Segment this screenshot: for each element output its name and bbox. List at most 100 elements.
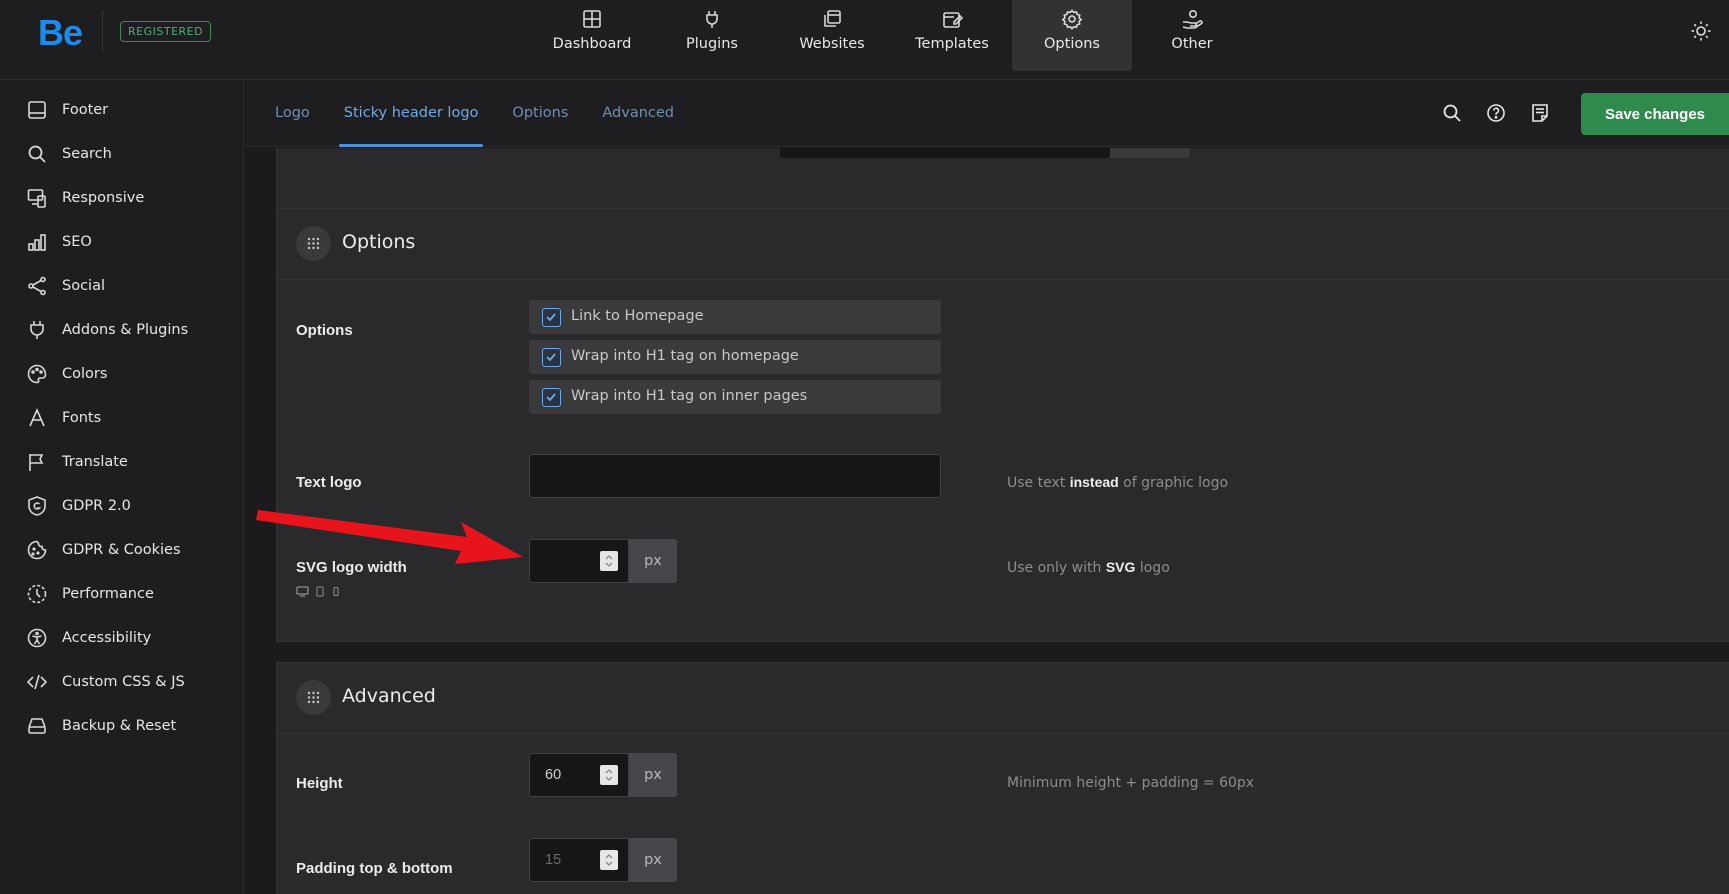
nav-dashboard[interactable]: Dashboard <box>532 0 652 71</box>
check-icon <box>546 313 556 322</box>
save-button[interactable]: Save changes <box>1581 93 1729 135</box>
sidebar-item-responsive[interactable]: Responsive <box>0 176 243 220</box>
plug-icon <box>30 321 44 339</box>
check-icon <box>546 353 556 362</box>
sidebar-list: Footer Search Responsive SEO Social Addo… <box>0 80 243 734</box>
desktop-icon[interactable] <box>296 586 309 597</box>
nav-plugins[interactable]: Plugins <box>652 0 772 71</box>
sidebar-item-label: Colors <box>62 366 108 382</box>
text-logo-label: Text logo <box>296 474 362 491</box>
sidebar-item-custom-css-js[interactable]: Custom CSS & JS <box>0 660 243 704</box>
notes-icon[interactable] <box>1529 102 1551 124</box>
flag-icon <box>29 454 44 471</box>
svg-logo-width-hint: Use only with SVG logo <box>1007 559 1170 576</box>
sidebar-item-colors[interactable]: Colors <box>0 352 243 396</box>
sidebar-item-label: Footer <box>62 102 109 118</box>
tab-logo[interactable]: Logo <box>275 80 310 147</box>
number-spinner[interactable] <box>600 765 618 785</box>
unit-label: px <box>629 753 677 797</box>
sidebar-item-label: Performance <box>62 586 154 602</box>
nav-other-label: Other <box>1171 36 1213 52</box>
checkbox-box[interactable] <box>542 388 561 407</box>
sidebar-item-performance[interactable]: Performance <box>0 572 243 616</box>
checkbox-box[interactable] <box>542 348 561 367</box>
top-bar: Be REGISTERED Dashboard Plugins Websites… <box>0 0 1729 80</box>
code-icon <box>26 674 48 690</box>
sidebar-item-label: GDPR 2.0 <box>62 498 131 514</box>
drive-icon <box>28 718 46 734</box>
sidebar-item-accessibility[interactable]: Accessibility <box>0 616 243 660</box>
timer-icon <box>27 584 47 604</box>
options-card: Options Options Link to Homepage Wrap in… <box>276 208 1729 642</box>
brand-logo[interactable]: Be <box>38 12 83 54</box>
nav-plugins-label: Plugins <box>686 36 738 52</box>
text-logo-input[interactable] <box>529 454 941 498</box>
drag-handle[interactable] <box>296 680 331 715</box>
sidebar-item-gdpr-cookies[interactable]: GDPR & Cookies <box>0 528 243 572</box>
footer-icon <box>28 101 46 119</box>
cookie-icon <box>27 540 47 560</box>
top-navigation: Dashboard Plugins Websites Templates Opt… <box>532 0 1252 71</box>
svg-logo-width-label: SVG logo width <box>296 559 407 576</box>
nav-websites-label: Websites <box>799 36 865 52</box>
search-icon[interactable] <box>1441 102 1463 124</box>
nav-dashboard-label: Dashboard <box>552 36 632 52</box>
sidebar-item-gdpr[interactable]: GDPR 2.0 <box>0 484 243 528</box>
share-icon <box>28 276 46 296</box>
sidebar-item-label: Search <box>62 146 112 162</box>
checkbox-wrap-h1-homepage[interactable]: Wrap into H1 tag on homepage <box>529 340 941 374</box>
checkbox-box[interactable] <box>542 308 561 327</box>
sidebar-item-label: Backup & Reset <box>62 718 177 734</box>
sidebar-item-addons[interactable]: Addons & Plugins <box>0 308 243 352</box>
nav-other[interactable]: Other <box>1132 0 1252 71</box>
number-spinner[interactable] <box>600 850 618 870</box>
number-spinner[interactable] <box>600 551 618 571</box>
drag-handle[interactable] <box>296 226 331 261</box>
padding-label: Padding top & bottom <box>296 860 453 877</box>
checkbox-label: Wrap into H1 tag on homepage <box>571 348 799 364</box>
registered-badge: REGISTERED <box>120 21 212 42</box>
templates-icon <box>943 12 963 28</box>
tab-advanced[interactable]: Advanced <box>602 80 674 147</box>
shield-icon <box>28 496 46 516</box>
sidebar-item-seo[interactable]: SEO <box>0 220 243 264</box>
nav-options[interactable]: Options <box>1012 0 1132 71</box>
grip-icon <box>307 237 320 250</box>
height-hint: Minimum height + padding = 60px <box>1007 775 1255 791</box>
sub-header: Logo Sticky header logo Options Advanced <box>245 80 1729 147</box>
previous-field-input[interactable] <box>780 148 1110 158</box>
search-icon <box>28 145 46 163</box>
sidebar-item-social[interactable]: Social <box>0 264 243 308</box>
sidebar-item-label: GDPR & Cookies <box>62 542 181 558</box>
sidebar-item-fonts[interactable]: Fonts <box>0 396 243 440</box>
mobile-icon[interactable] <box>331 586 341 597</box>
sidebar-item-search[interactable]: Search <box>0 132 243 176</box>
font-icon <box>29 408 45 427</box>
accessibility-icon <box>27 628 47 648</box>
grip-icon <box>307 691 320 704</box>
unit-label: px <box>629 539 677 583</box>
nav-templates-label: Templates <box>915 36 989 52</box>
tab-options[interactable]: Options <box>512 80 568 147</box>
hint-text: of graphic logo <box>1118 475 1229 491</box>
sidebar-item-translate[interactable]: Translate <box>0 440 243 484</box>
help-icon[interactable] <box>1485 102 1507 124</box>
nav-templates[interactable]: Templates <box>892 0 1012 71</box>
seo-chart-icon <box>28 234 46 251</box>
checkbox-link-to-homepage[interactable]: Link to Homepage <box>529 300 941 334</box>
sidebar-item-backup-reset[interactable]: Backup & Reset <box>0 704 243 748</box>
sidebar-item-label: SEO <box>62 234 92 250</box>
device-switcher <box>296 586 341 597</box>
sidebar-item-footer[interactable]: Footer <box>0 88 243 132</box>
responsive-icon <box>27 189 46 208</box>
tablet-icon[interactable] <box>315 586 325 597</box>
plug-icon <box>706 11 718 28</box>
height-label: Height <box>296 775 343 792</box>
checkbox-wrap-h1-inner[interactable]: Wrap into H1 tag on inner pages <box>529 380 941 414</box>
nav-websites[interactable]: Websites <box>772 0 892 71</box>
hint-text: Use only with <box>1007 560 1106 576</box>
svg-logo-width-field: px <box>529 539 677 583</box>
tab-sticky-header-logo[interactable]: Sticky header logo <box>338 80 484 147</box>
sun-icon[interactable] <box>1690 20 1712 42</box>
unit-label: px <box>629 838 677 882</box>
